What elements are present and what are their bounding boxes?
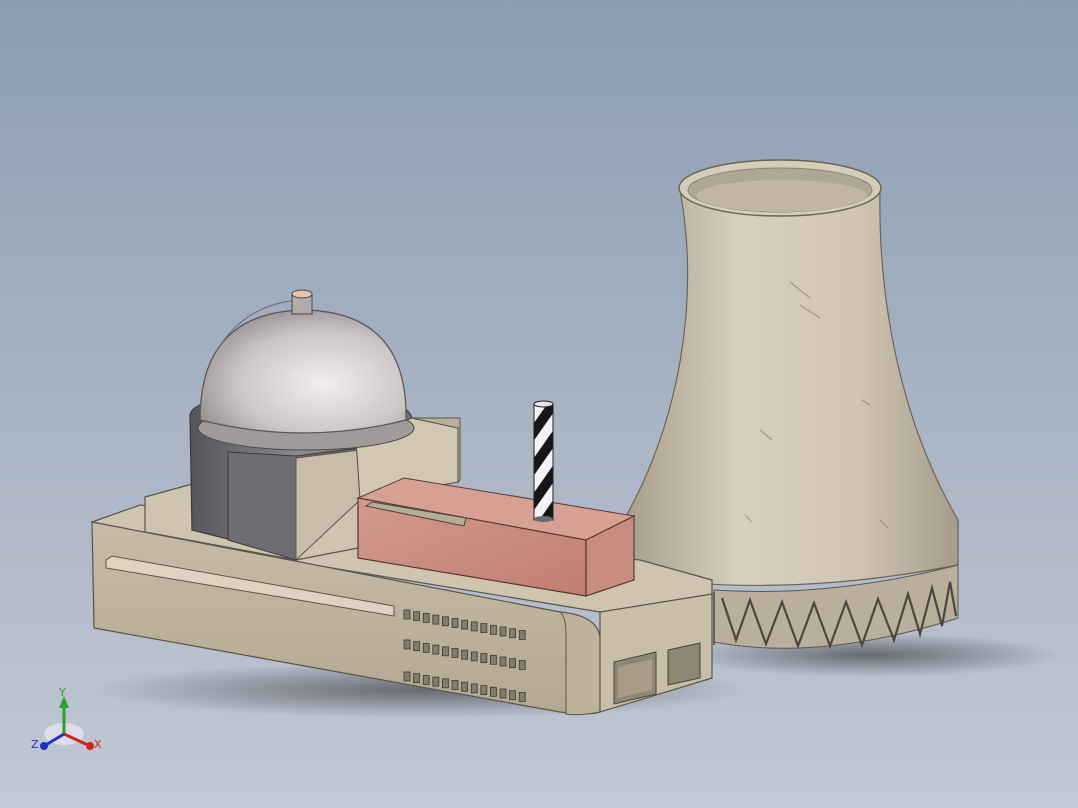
x-axis-label: X [94, 738, 102, 751]
building-window [451, 618, 459, 628]
building-window [432, 676, 440, 687]
building-window [403, 609, 411, 620]
building-window [518, 630, 526, 640]
building-window [509, 658, 517, 669]
building-window [461, 681, 469, 692]
building-window [499, 656, 507, 667]
building-window [470, 621, 478, 632]
building-window [461, 649, 469, 660]
building-window [489, 686, 497, 697]
building-window [413, 611, 421, 622]
building-window [470, 683, 478, 694]
building-window [509, 628, 517, 639]
building-window [413, 673, 421, 684]
building-window [432, 644, 440, 655]
z-axis-label: Z [31, 738, 39, 751]
model-scene[interactable] [0, 0, 1078, 808]
model-viewport[interactable]: Y X Z [0, 0, 1078, 808]
building-window [480, 623, 488, 633]
building-window [518, 660, 526, 670]
building-window [422, 675, 430, 685]
building-window [518, 692, 526, 702]
dome-vent [291, 289, 313, 315]
building-window [441, 678, 449, 689]
building-window [413, 641, 421, 652]
building-window [422, 613, 430, 623]
building-window [403, 639, 411, 650]
building-window [441, 646, 449, 657]
building-window [499, 688, 507, 699]
building-window [489, 654, 497, 665]
building-window [470, 651, 478, 662]
building-window [509, 690, 517, 701]
building-window [441, 616, 449, 627]
building-window [403, 671, 411, 682]
axis-triad: Y X Z [31, 686, 102, 751]
building-window [480, 653, 488, 663]
x-arrowhead-icon [86, 742, 94, 750]
building-window [451, 680, 459, 690]
chimney-stack[interactable] [533, 400, 554, 522]
building-window [480, 685, 488, 695]
reactor-dome[interactable] [199, 309, 407, 434]
building-window [489, 624, 497, 635]
building-window [422, 643, 430, 653]
z-arrowhead-icon [40, 742, 48, 750]
building-window [432, 614, 440, 625]
y-axis-label: Y [58, 686, 66, 699]
building-window [451, 648, 459, 658]
building-window [499, 626, 507, 637]
building-window [461, 619, 469, 630]
